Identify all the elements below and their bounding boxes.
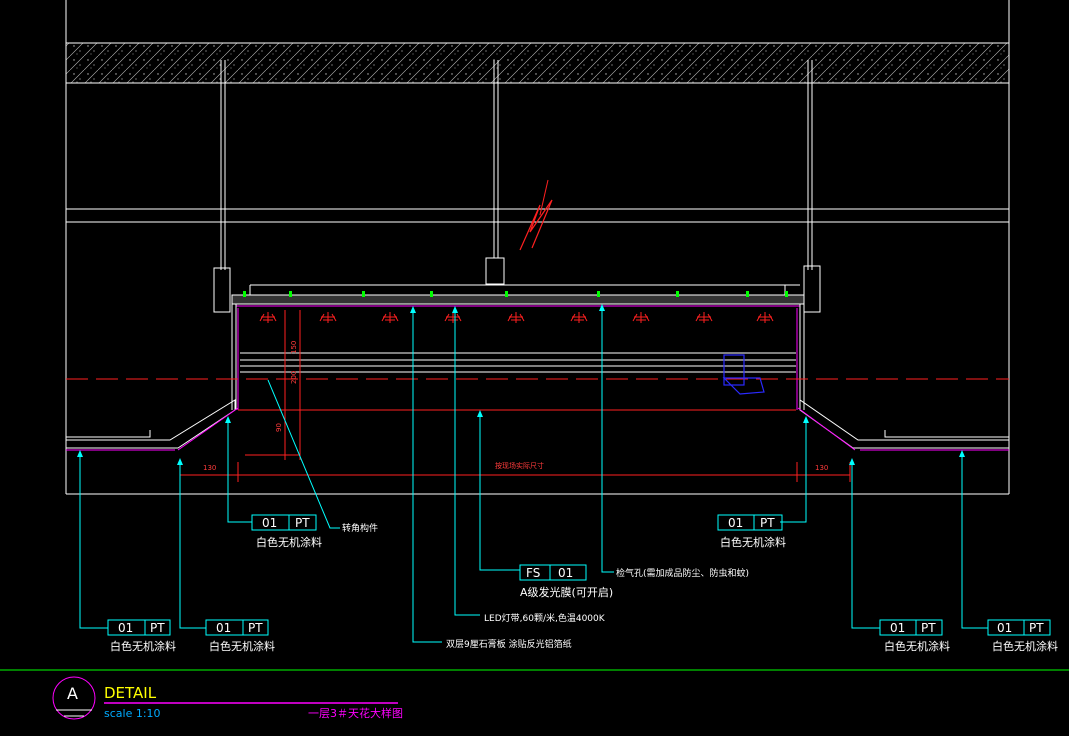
dim-left-130: 130 bbox=[203, 464, 216, 472]
dim-right-130: 130 bbox=[815, 464, 828, 472]
svg-text:01: 01 bbox=[997, 621, 1012, 635]
hanger-rods bbox=[213, 60, 821, 313]
svg-text:PT: PT bbox=[248, 621, 263, 635]
title-caption: 一层3＃天花大样图 bbox=[308, 706, 403, 720]
tag-right-b: 01 PT 白色无机涂料 bbox=[879, 619, 950, 653]
dim-150: 150 bbox=[290, 341, 298, 354]
tag-left-inner: 01 PT 白色无机涂料 bbox=[251, 514, 322, 549]
title-symbol: A bbox=[67, 684, 78, 703]
svg-text:PT: PT bbox=[760, 516, 775, 530]
note-bracket: 转角构件 bbox=[342, 522, 378, 534]
tag-right-inner: 01 PT 白色无机涂料 bbox=[717, 514, 786, 549]
svg-text:01: 01 bbox=[728, 516, 743, 530]
break-symbol bbox=[519, 199, 553, 251]
tag-film: FS 01 A级发光膜(可开启) bbox=[519, 564, 613, 599]
title-scale: scale 1:10 bbox=[104, 707, 161, 720]
red-guides bbox=[66, 310, 1009, 482]
svg-text:白色无机涂料: 白色无机涂料 bbox=[884, 639, 950, 653]
tag-left-b: 01 PT 白色无机涂料 bbox=[205, 619, 275, 653]
svg-text:PT: PT bbox=[150, 621, 165, 635]
vent-box bbox=[722, 354, 765, 395]
svg-text:白色无机涂料: 白色无机涂料 bbox=[256, 535, 322, 549]
svg-text:白色无机涂料: 白色无机涂料 bbox=[209, 639, 275, 653]
svg-text:PT: PT bbox=[1029, 621, 1044, 635]
title-block: A DETAIL scale 1:10 一层3＃天花大样图 bbox=[52, 676, 403, 720]
dim-200: 200 bbox=[290, 371, 298, 384]
svg-text:白色无机涂料: 白色无机涂料 bbox=[110, 639, 176, 653]
note-board: 双层9厘石膏板 涂贴反光铝箔纸 bbox=[446, 638, 572, 650]
svg-text:01: 01 bbox=[216, 621, 231, 635]
svg-text:A级发光膜(可开启): A级发光膜(可开启) bbox=[520, 585, 613, 599]
svg-text:白色无机涂料: 白色无机涂料 bbox=[992, 639, 1058, 653]
note-led: LED灯带,60颗/米,色温4000K bbox=[484, 612, 606, 624]
svg-text:PT: PT bbox=[295, 516, 310, 530]
svg-text:FS: FS bbox=[526, 566, 540, 580]
side-soffits bbox=[66, 399, 1009, 451]
concrete-slab bbox=[65, 42, 1010, 84]
note-vent: 检气孔(需加成品防尘、防虫和蚊) bbox=[616, 567, 749, 579]
led-fixtures bbox=[259, 312, 774, 323]
dim-center: 按现场实际尺寸 bbox=[495, 461, 544, 470]
svg-text:白色无机涂料: 白色无机涂料 bbox=[720, 535, 786, 549]
svg-text:01: 01 bbox=[558, 566, 573, 580]
svg-text:PT: PT bbox=[921, 621, 936, 635]
svg-text:01: 01 bbox=[890, 621, 905, 635]
tag-far-left: 01 PT 白色无机涂料 bbox=[107, 619, 176, 653]
dim-90: 90 bbox=[275, 423, 283, 432]
light-box bbox=[231, 284, 805, 410]
leader-arrows bbox=[77, 304, 965, 465]
title-detail: DETAIL bbox=[104, 684, 157, 702]
svg-text:01: 01 bbox=[118, 621, 133, 635]
ceiling-detail-drawing: 130 130 按现场实际尺寸 150 200 90 01 PT 白色无机涂料 bbox=[0, 0, 1069, 720]
tag-far-right: 01 PT 白色无机涂料 bbox=[987, 619, 1058, 653]
svg-text:01: 01 bbox=[262, 516, 277, 530]
